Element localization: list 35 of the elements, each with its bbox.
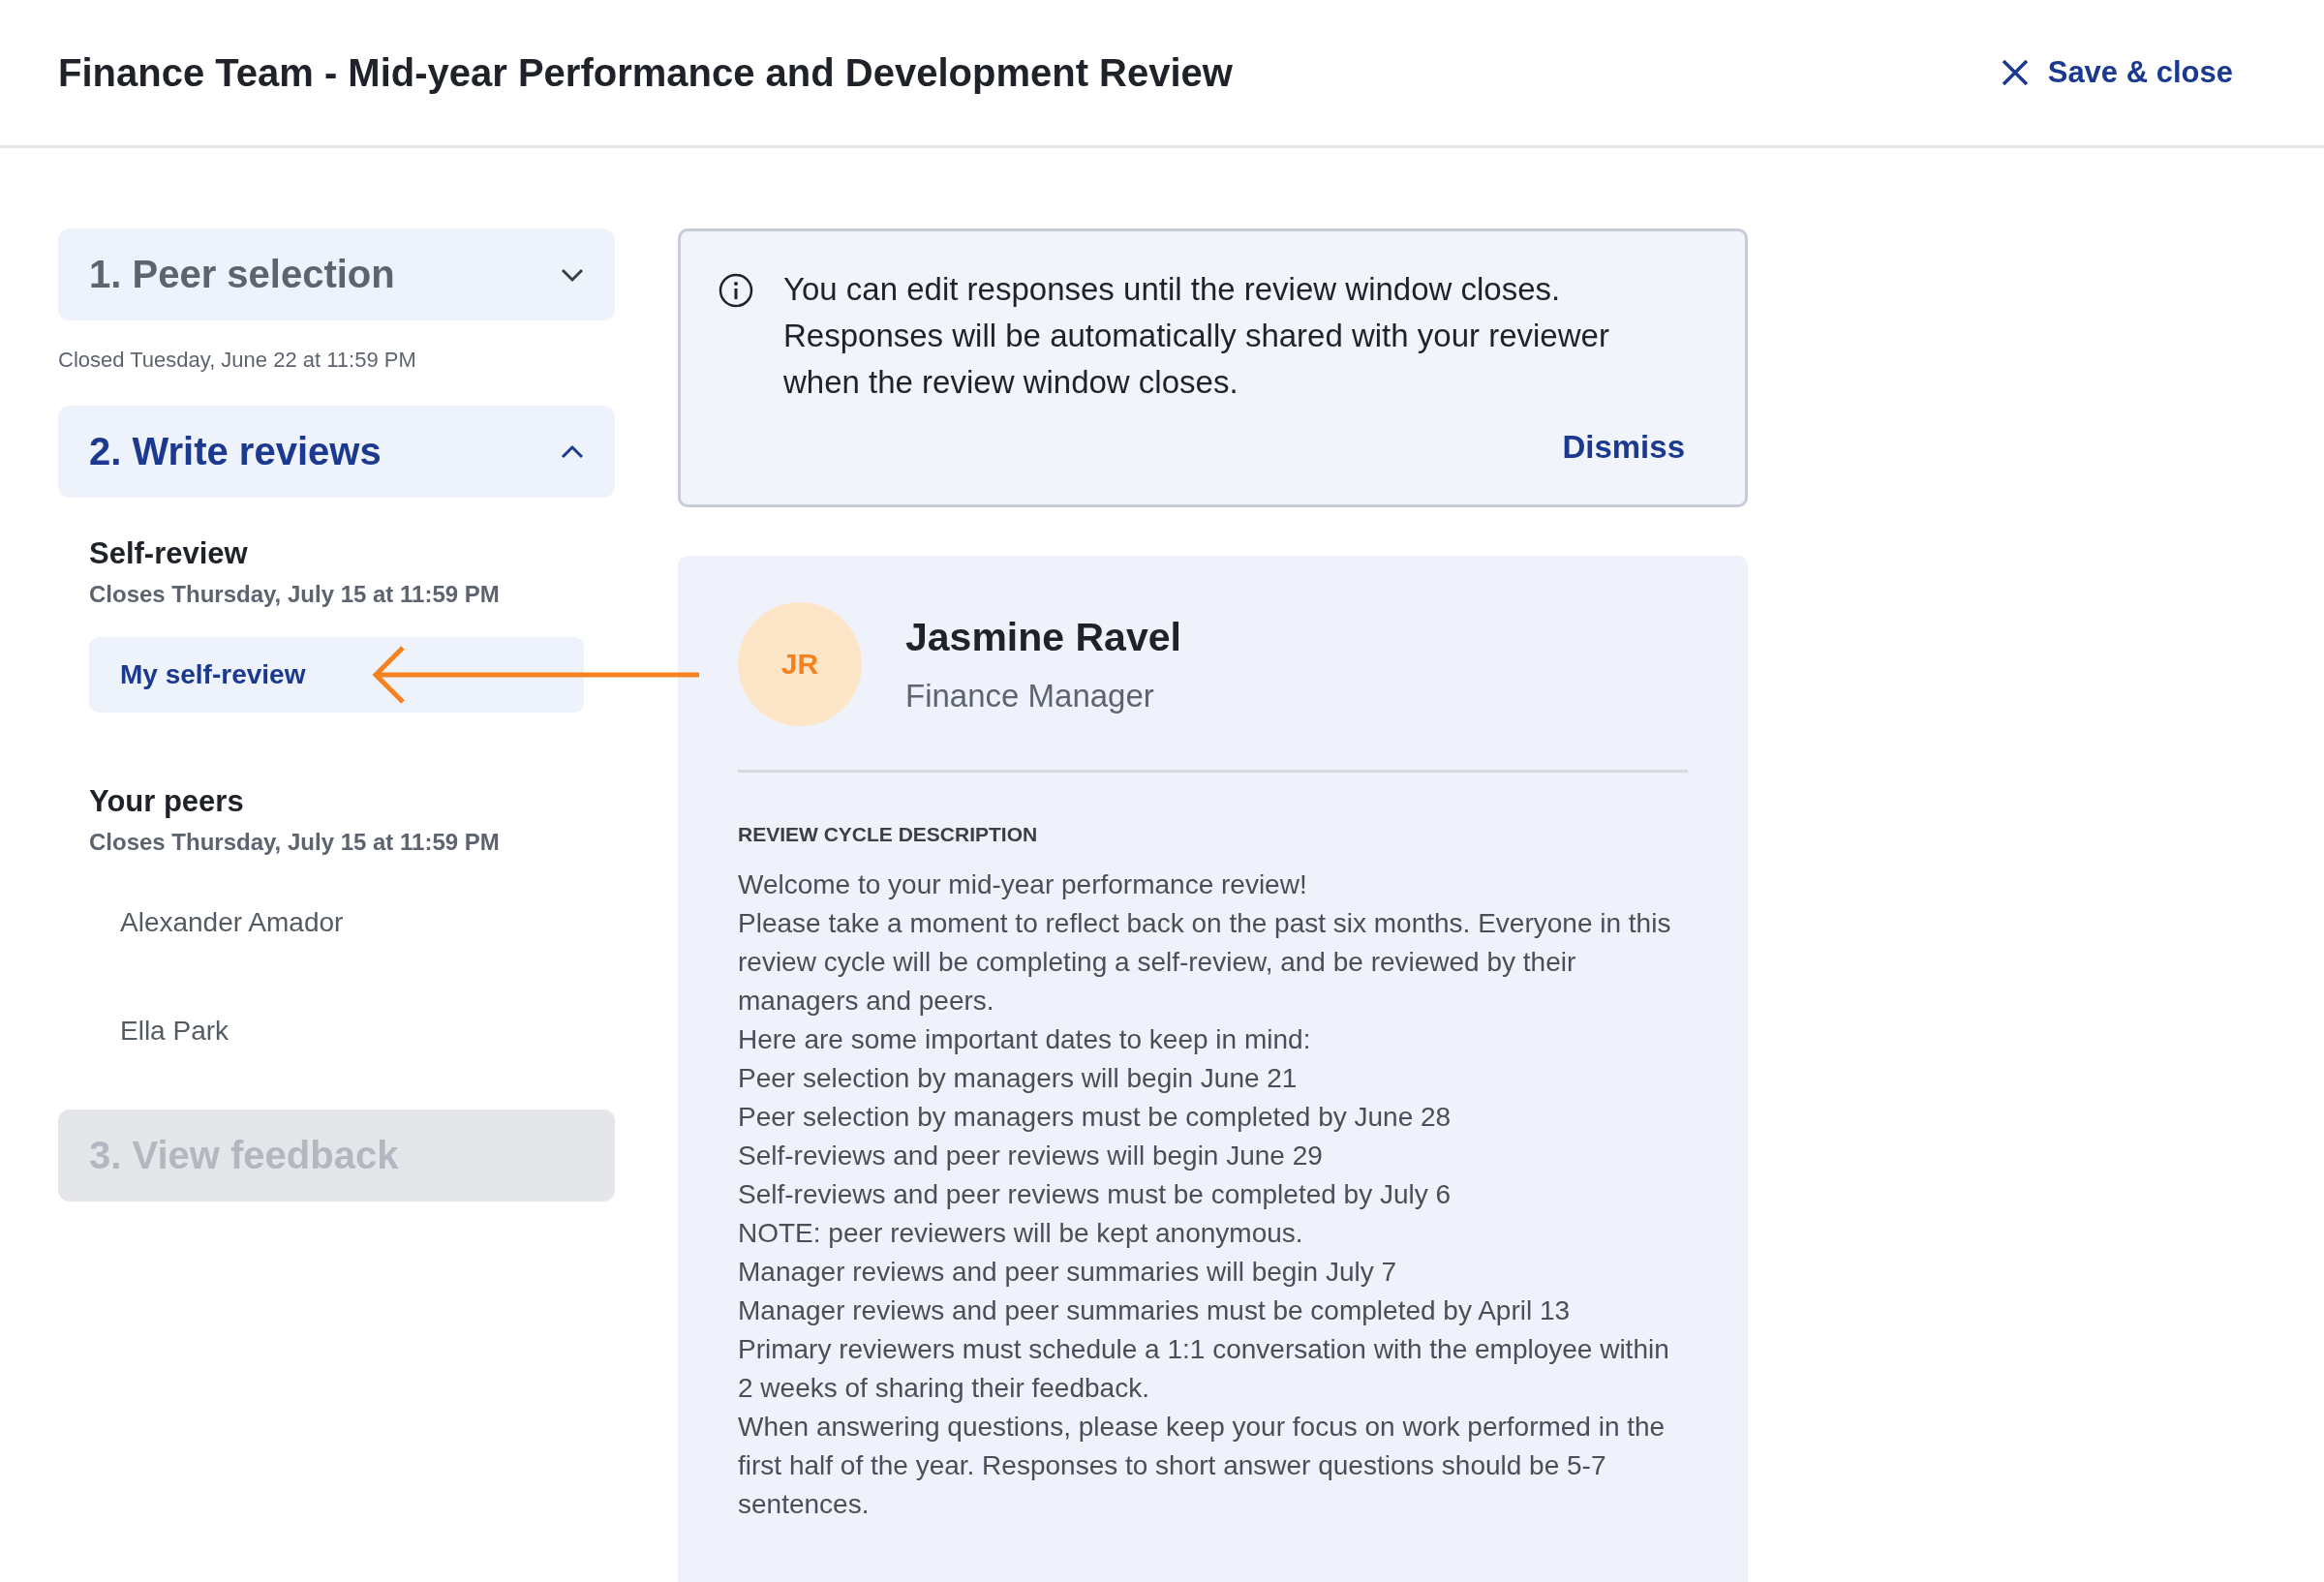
person-name: Jasmine Ravel [905, 614, 1181, 660]
notice-text: You can edit responses until the review window closes. [783, 270, 1562, 309]
chevron-icon [561, 442, 584, 461]
due-date: Closes Thursday, July 15 at 11:59 PM [89, 829, 501, 856]
notice-text: when the review window closes. [783, 363, 1239, 402]
description-text: When answering questions, please keep your focus on work performed in the first half of the year. Responses to short answer questions should be 5-7 sentences. [738, 1411, 1667, 1521]
description-text: Please take a moment to reflect back on the past six months. Everyone in this review cycle will be completing a self-review, and be reviewed by their managers and peers. [738, 907, 1672, 1018]
description-text: Manager reviews and peer summaries will begin July 7 [738, 1256, 1398, 1289]
description-text: NOTE: peer reviewers will be kept anonymous. [738, 1217, 1304, 1250]
due-date: Closes Thursday, July 15 at 11:59 PM [89, 581, 501, 608]
avatar: JR [738, 602, 862, 726]
step-header[interactable]: 2. Write reviews [58, 406, 615, 498]
step-header[interactable]: 1. Peer selection [58, 228, 615, 320]
description-text: Primary reviewers must schedule a 1:1 conversation with the employee within 2 weeks of sharing their feedback. [738, 1333, 1670, 1405]
description-text: Self-reviews and peer reviews must be completed by July 6 [738, 1178, 1452, 1211]
person-role: Finance Manager [905, 677, 1155, 715]
page-title: Finance Team - Mid-year Performance and Development Review [58, 50, 1233, 95]
description-text: Manager reviews and peer summaries must be completed by April 13 [738, 1294, 1572, 1327]
dismiss-button[interactable]: Dismiss [1562, 429, 1685, 466]
info-icon [718, 272, 754, 309]
review-item[interactable]: Ella Park [89, 993, 584, 1069]
save-close-button[interactable]: Save & close [2001, 55, 2233, 90]
description-text: Self-reviews and peer reviews will begin June 29 [738, 1140, 1324, 1172]
notice-text: Responses will be automatically shared with your reviewer [783, 317, 1610, 355]
review-item[interactable]: Alexander Amador [89, 885, 584, 960]
section-title: REVIEW CYCLE DESCRIPTION [738, 823, 1039, 846]
description-text: Peer selection by managers must be completed by June 28 [738, 1101, 1452, 1134]
review-item[interactable]: My self-review [89, 637, 584, 713]
description-text: Here are some important dates to keep in mind: [738, 1023, 1312, 1056]
group-title: Self-review [89, 536, 249, 571]
description-text: Welcome to your mid-year performance review! [738, 868, 1308, 901]
group-title: Your peers [89, 784, 245, 819]
description-text: Peer selection by managers will begin June 21 [738, 1062, 1299, 1095]
close-icon [2001, 59, 2029, 86]
step-note: Closed Tuesday, June 22 at 11:59 PM [58, 348, 417, 373]
